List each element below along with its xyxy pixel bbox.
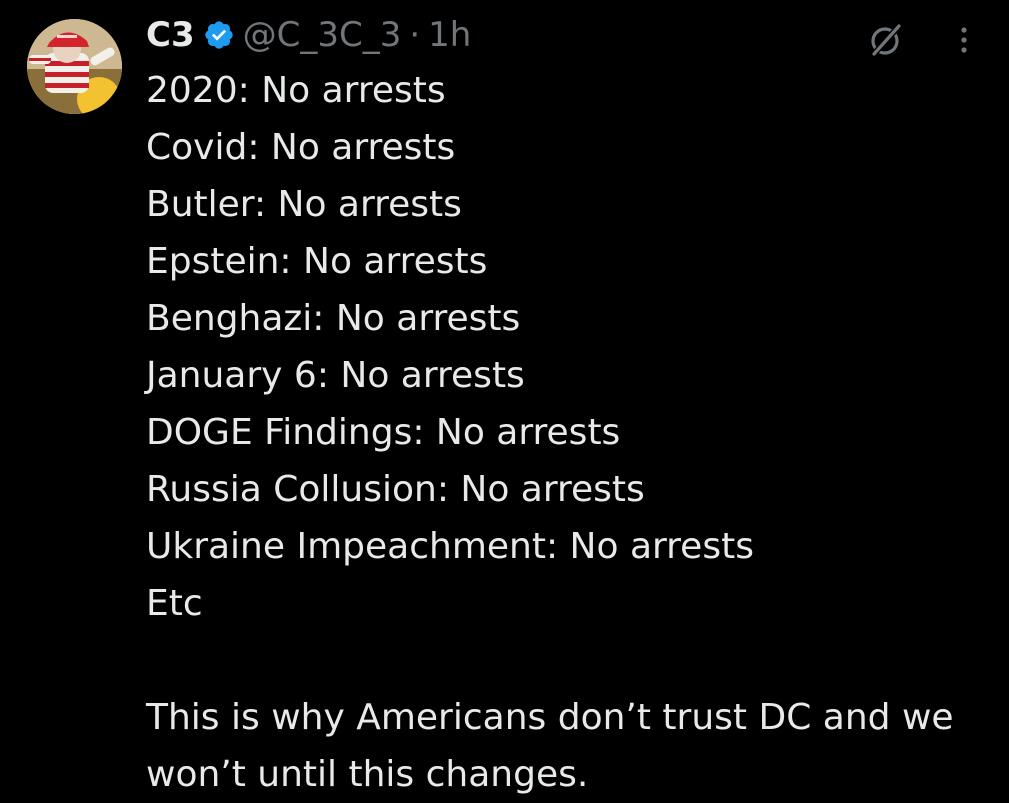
- tweet-header: C3 @C_3C_3 · 1h: [146, 11, 471, 59]
- tweet-line: Russia Collusion: No arrests: [146, 469, 645, 510]
- display-name[interactable]: C3: [146, 15, 195, 55]
- tweet-line: 2020: No arrests: [146, 70, 446, 111]
- avatar-image: [27, 19, 122, 114]
- handle[interactable]: @C_3C_3: [243, 15, 402, 55]
- timestamp[interactable]: 1h: [428, 15, 471, 55]
- separator-dot: ·: [409, 15, 421, 55]
- avatar[interactable]: [27, 19, 122, 114]
- tweet-line: DOGE Findings: No arrests: [146, 412, 621, 453]
- tweet-closing-paragraph: This is why Americans don’t trust DC and…: [146, 697, 954, 795]
- paragraph-break: [146, 632, 976, 689]
- tweet-line: Covid: No arrests: [146, 127, 456, 168]
- verified-badge-icon: [203, 19, 235, 51]
- tweet-line: Benghazi: No arrests: [146, 298, 521, 339]
- tweet: C3 @C_3C_3 · 1h 2020: No arrests Covid: …: [0, 0, 1009, 803]
- tweet-line: Etc: [146, 583, 203, 624]
- more-dots-icon[interactable]: [950, 20, 978, 60]
- tweet-line: January 6: No arrests: [146, 355, 525, 396]
- grok-icon[interactable]: [866, 20, 906, 60]
- tweet-line: Epstein: No arrests: [146, 241, 488, 282]
- tweet-text: 2020: No arrests Covid: No arrests Butle…: [146, 62, 976, 803]
- tweet-line: Butler: No arrests: [146, 184, 462, 225]
- tweet-line: Ukraine Impeachment: No arrests: [146, 526, 754, 567]
